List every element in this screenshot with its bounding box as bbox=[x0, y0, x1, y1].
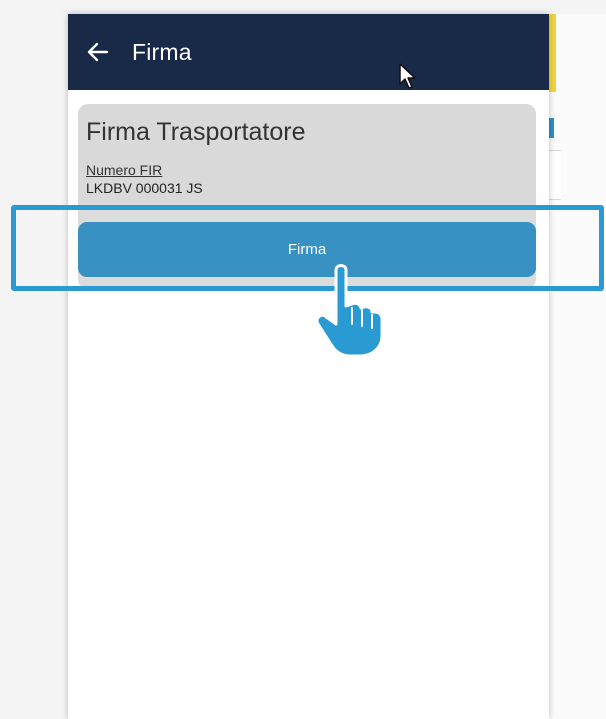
background-app-edge bbox=[548, 14, 606, 719]
mouse-cursor-icon bbox=[399, 63, 416, 89]
back-button[interactable] bbox=[70, 14, 126, 90]
background-field-edge bbox=[548, 150, 561, 200]
fir-number-label: Numero FIR bbox=[86, 162, 163, 178]
card-title: Firma Trasportatore bbox=[86, 118, 306, 146]
arrow-left-icon bbox=[87, 42, 109, 62]
fir-number-value: LKDBV 000031 JS bbox=[86, 180, 203, 196]
background-accent-strip bbox=[548, 14, 556, 92]
page-title: Firma bbox=[132, 38, 192, 65]
screen: Firma Firma Trasportatore Numero FIR LKD… bbox=[0, 0, 606, 719]
hand-pointer-icon bbox=[315, 264, 384, 358]
app-bar: Firma bbox=[68, 14, 549, 90]
phone-screen: Firma Firma Trasportatore Numero FIR LKD… bbox=[68, 14, 549, 719]
